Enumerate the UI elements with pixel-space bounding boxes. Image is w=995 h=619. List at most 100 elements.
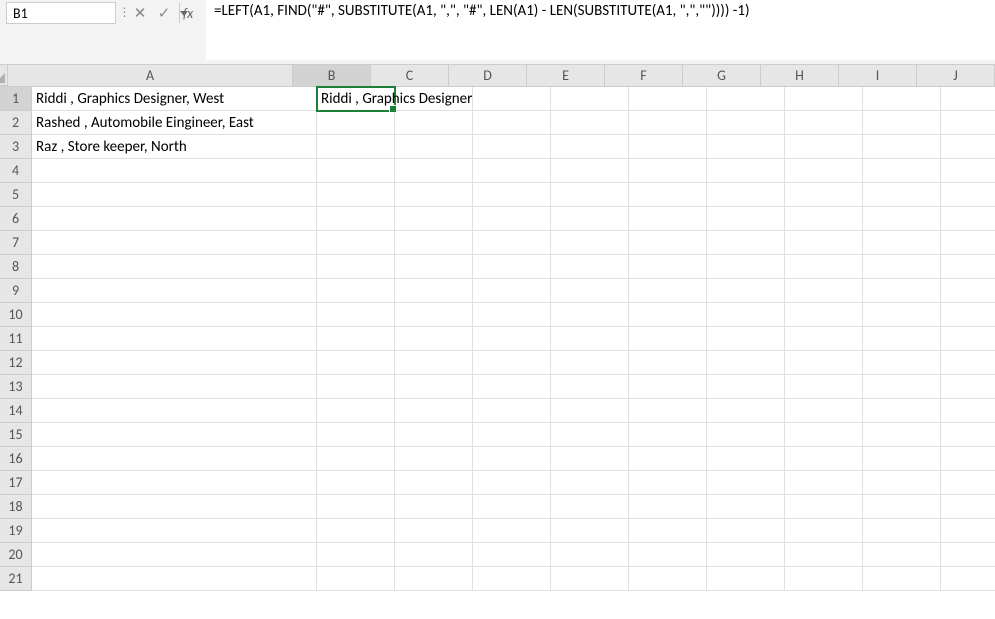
cell-C12[interactable] [395,351,473,375]
cell-G14[interactable] [707,399,785,423]
cell-H12[interactable] [785,351,863,375]
cell-H13[interactable] [785,375,863,399]
cell-G15[interactable] [707,423,785,447]
cell-G3[interactable] [707,135,785,159]
formula-input[interactable]: =LEFT(A1, FIND("#", SUBSTITUTE(A1, ",", … [206,0,995,60]
cell-H5[interactable] [785,183,863,207]
cell-G16[interactable] [707,447,785,471]
cell-F8[interactable] [629,255,707,279]
cell-I7[interactable] [863,231,941,255]
cell-H7[interactable] [785,231,863,255]
cell-C2[interactable] [395,111,473,135]
cell-E17[interactable] [551,471,629,495]
cell-F14[interactable] [629,399,707,423]
cell-D16[interactable] [473,447,551,471]
cell-I19[interactable] [863,519,941,543]
formula-cancel-button[interactable]: ✕ [128,0,152,26]
cell-I5[interactable] [863,183,941,207]
cell-A5[interactable] [32,183,317,207]
cell-E10[interactable] [551,303,629,327]
cell-C10[interactable] [395,303,473,327]
cell-E2[interactable] [551,111,629,135]
cell-J13[interactable] [941,375,995,399]
cell-I18[interactable] [863,495,941,519]
cell-D6[interactable] [473,207,551,231]
row-header-16[interactable]: 16 [0,447,32,471]
cell-F4[interactable] [629,159,707,183]
cell-G20[interactable] [707,543,785,567]
cell-G21[interactable] [707,567,785,591]
cell-J7[interactable] [941,231,995,255]
row-header-2[interactable]: 2 [0,111,32,135]
row-header-10[interactable]: 10 [0,303,32,327]
row-header-14[interactable]: 14 [0,399,32,423]
cell-C9[interactable] [395,279,473,303]
cell-G7[interactable] [707,231,785,255]
cell-J2[interactable] [941,111,995,135]
cell-F5[interactable] [629,183,707,207]
cell-H15[interactable] [785,423,863,447]
cell-A3[interactable]: Raz , Store keeper, North [32,135,317,159]
cell-I16[interactable] [863,447,941,471]
cell-F2[interactable] [629,111,707,135]
cell-I11[interactable] [863,327,941,351]
cell-C11[interactable] [395,327,473,351]
cell-E19[interactable] [551,519,629,543]
cell-F3[interactable] [629,135,707,159]
cell-J5[interactable] [941,183,995,207]
cell-A18[interactable] [32,495,317,519]
cell-F1[interactable] [629,87,707,111]
cell-F15[interactable] [629,423,707,447]
cell-B12[interactable] [317,351,395,375]
cell-J6[interactable] [941,207,995,231]
cell-I13[interactable] [863,375,941,399]
cell-G5[interactable] [707,183,785,207]
column-header-A[interactable]: A [8,65,293,86]
cell-C6[interactable] [395,207,473,231]
cell-E7[interactable] [551,231,629,255]
cell-C20[interactable] [395,543,473,567]
cell-F13[interactable] [629,375,707,399]
cell-A19[interactable] [32,519,317,543]
cell-C7[interactable] [395,231,473,255]
cell-D4[interactable] [473,159,551,183]
cell-E12[interactable] [551,351,629,375]
select-all-corner[interactable] [0,65,8,86]
cell-I20[interactable] [863,543,941,567]
cell-J4[interactable] [941,159,995,183]
cell-E3[interactable] [551,135,629,159]
cell-C16[interactable] [395,447,473,471]
cell-H19[interactable] [785,519,863,543]
cell-H1[interactable] [785,87,863,111]
cell-D7[interactable] [473,231,551,255]
cell-D15[interactable] [473,423,551,447]
cell-F21[interactable] [629,567,707,591]
row-header-8[interactable]: 8 [0,255,32,279]
row-header-15[interactable]: 15 [0,423,32,447]
cell-J12[interactable] [941,351,995,375]
cell-H18[interactable] [785,495,863,519]
cell-J19[interactable] [941,519,995,543]
row-header-17[interactable]: 17 [0,471,32,495]
row-header-19[interactable]: 19 [0,519,32,543]
cell-I4[interactable] [863,159,941,183]
cell-I12[interactable] [863,351,941,375]
row-header-21[interactable]: 21 [0,567,32,591]
cell-B1[interactable]: Riddi , Graphics Designer [317,87,395,111]
cell-H8[interactable] [785,255,863,279]
cell-J18[interactable] [941,495,995,519]
cell-F16[interactable] [629,447,707,471]
cell-E8[interactable] [551,255,629,279]
cell-A12[interactable] [32,351,317,375]
cell-E16[interactable] [551,447,629,471]
cell-H10[interactable] [785,303,863,327]
cell-H16[interactable] [785,447,863,471]
cell-D21[interactable] [473,567,551,591]
column-header-J[interactable]: J [917,65,995,86]
cell-B17[interactable] [317,471,395,495]
row-header-4[interactable]: 4 [0,159,32,183]
cell-A14[interactable] [32,399,317,423]
cell-B10[interactable] [317,303,395,327]
cell-C15[interactable] [395,423,473,447]
cell-I9[interactable] [863,279,941,303]
